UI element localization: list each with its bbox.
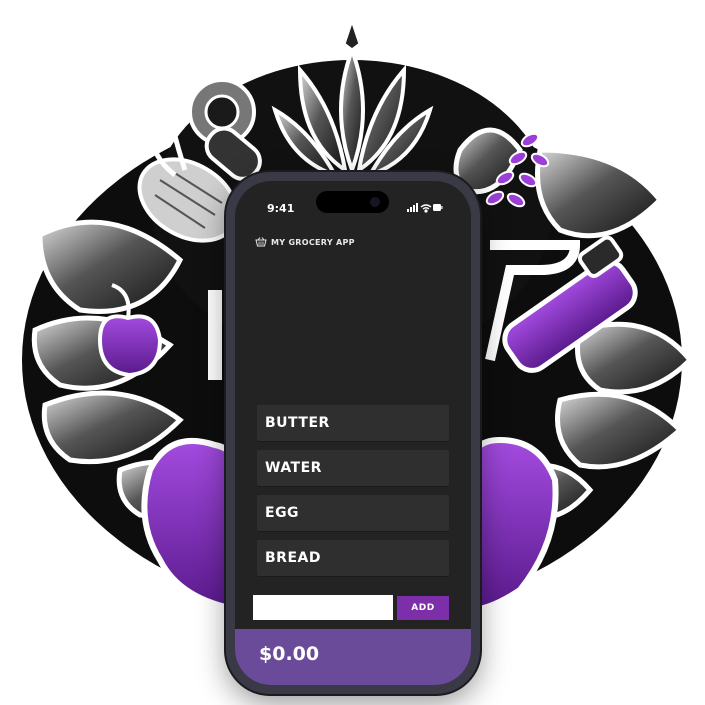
app-header: MY GROCERY APP — [255, 235, 355, 249]
add-button[interactable]: ADD — [397, 596, 449, 620]
grocery-list: BUTTER WATER EGG BREAD — [257, 405, 449, 585]
list-item[interactable]: EGG — [257, 495, 449, 531]
camera-icon — [370, 197, 380, 207]
add-item-form: ADD — [253, 595, 449, 620]
status-time: 9:41 — [267, 202, 295, 215]
system-icons — [407, 203, 443, 213]
list-item-label: EGG — [265, 505, 300, 521]
phone-screen: 9:41 MY GROCERY APP BUTTER WATER EGG BRE… — [235, 181, 471, 685]
basket-icon — [255, 237, 267, 247]
list-item[interactable]: BREAD — [257, 540, 449, 576]
list-item-label: WATER — [265, 460, 322, 476]
wifi-icon — [420, 204, 432, 213]
list-item[interactable]: BUTTER — [257, 405, 449, 441]
item-input[interactable] — [253, 595, 393, 620]
phone-frame: 9:41 MY GROCERY APP BUTTER WATER EGG BRE… — [226, 172, 480, 694]
status-bar: 9:41 — [235, 181, 471, 227]
app-title: MY GROCERY APP — [271, 237, 355, 247]
battery-icon — [433, 204, 443, 211]
list-item-label: BREAD — [265, 550, 321, 566]
total-footer: $0.00 — [235, 629, 471, 685]
dynamic-island — [316, 191, 389, 213]
list-item-label: BUTTER — [265, 415, 330, 431]
list-item[interactable]: WATER — [257, 450, 449, 486]
signal-icon — [407, 203, 418, 212]
total-amount: $0.00 — [259, 643, 320, 665]
